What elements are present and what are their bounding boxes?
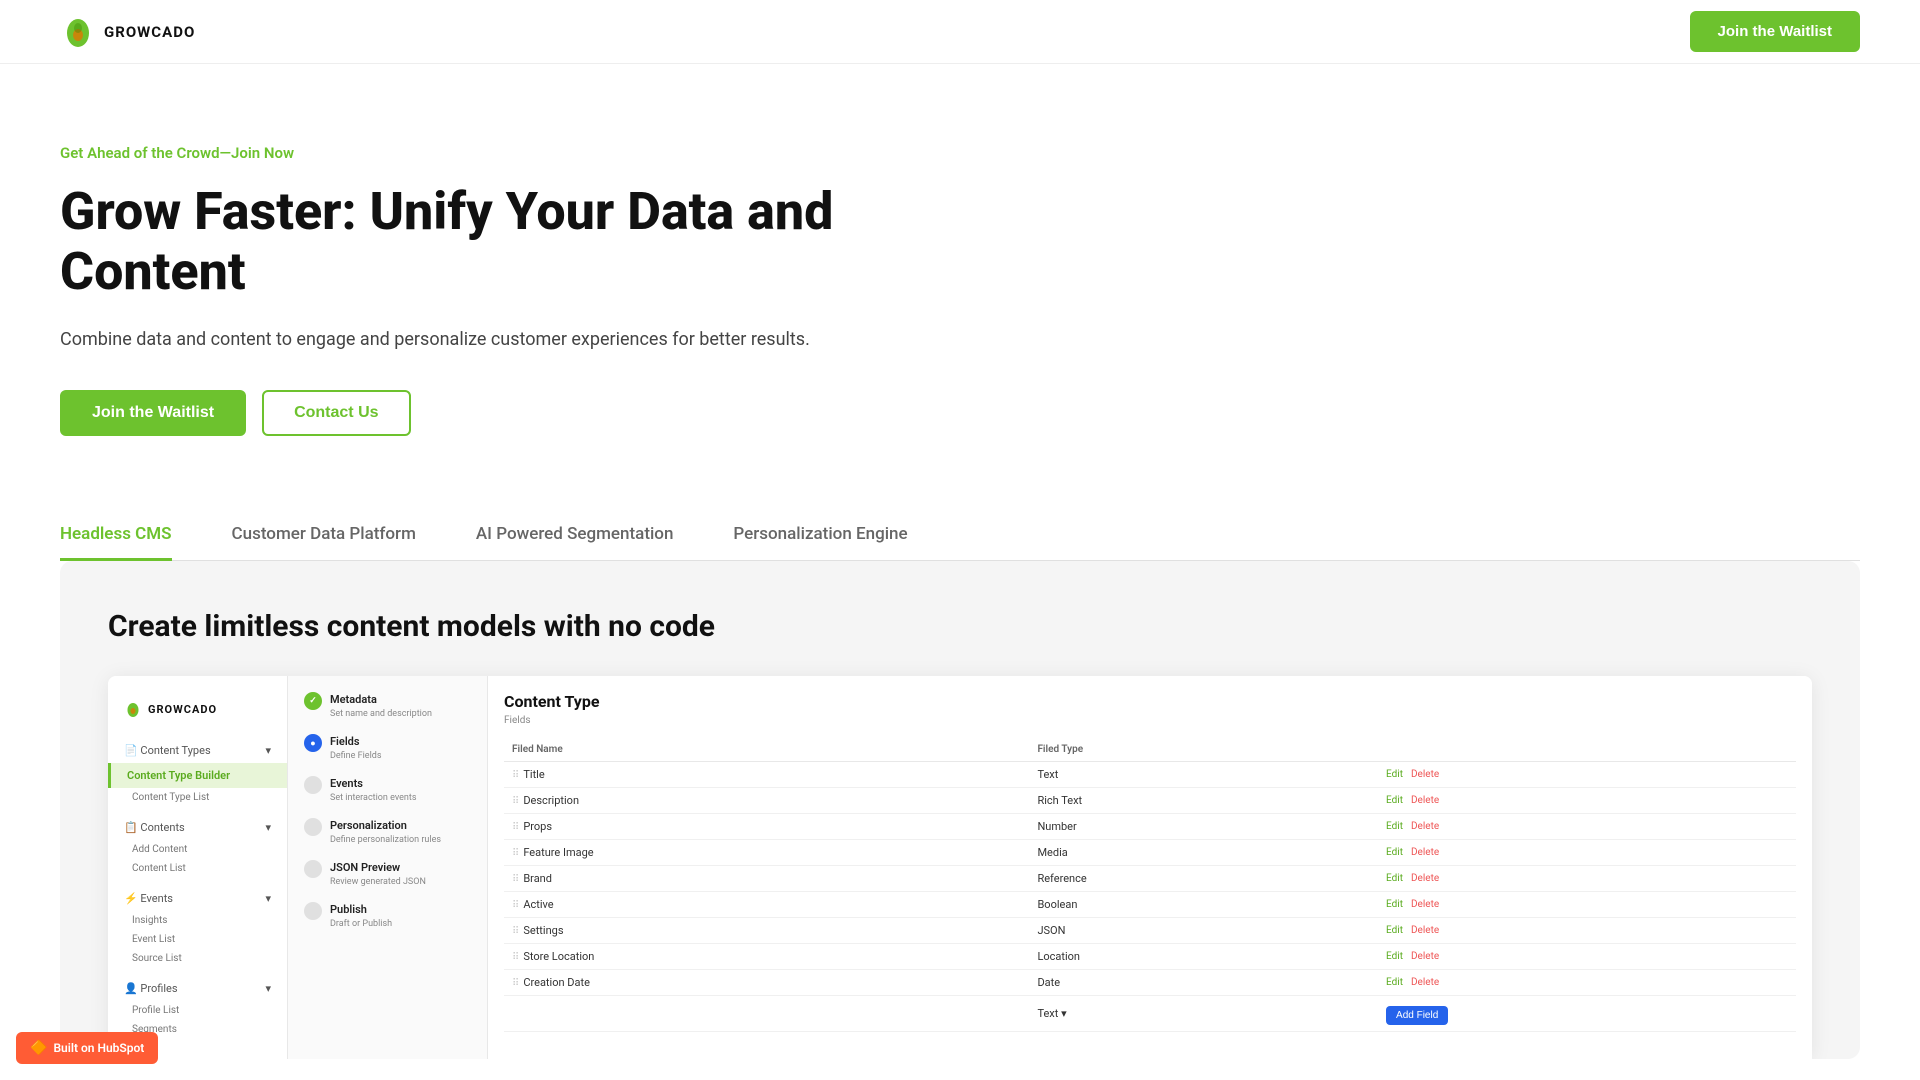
- tab-headless-cms[interactable]: Headless CMS: [60, 524, 172, 561]
- mock-step-personalization-circle: [304, 818, 322, 836]
- mock-step-events: Events Set interaction events: [304, 776, 471, 804]
- table-row: ⠿Feature Image Media EditDelete: [504, 840, 1796, 866]
- navbar: GROWCADO Join the Waitlist: [0, 0, 1920, 64]
- mock-table-panel: Content Type Fields Filed Name Filed Typ…: [488, 676, 1812, 1059]
- hero-subtitle: Combine data and content to engage and p…: [60, 326, 840, 355]
- mock-nav-event-list[interactable]: Event List: [108, 930, 287, 949]
- logo: GROWCADO: [60, 14, 195, 50]
- col-actions: [1378, 738, 1796, 762]
- mock-nav-events[interactable]: ⚡ Events▾: [108, 886, 287, 911]
- mock-step-fields-circle: ●: [304, 734, 322, 752]
- hero-eyebrow: Get Ahead of the Crowd—Join Now: [60, 144, 840, 162]
- mock-nav-source-list[interactable]: Source List: [108, 949, 287, 968]
- table-row: ⠿Store Location Location EditDelete: [504, 944, 1796, 970]
- hero-contact-button[interactable]: Contact Us: [262, 390, 410, 436]
- mock-step-metadata-circle: ✓: [304, 692, 322, 710]
- logo-text: GROWCADO: [104, 23, 195, 41]
- table-row: ⠿Active Boolean EditDelete: [504, 892, 1796, 918]
- mock-logo-text: GROWCADO: [148, 703, 217, 716]
- mock-nav-group-events: ⚡ Events▾ Insights Event List Source Lis…: [108, 882, 287, 972]
- mock-nav-content-type-list[interactable]: Content Type List: [108, 788, 287, 807]
- tabs-section: Headless CMS Customer Data Platform AI P…: [0, 476, 1920, 561]
- panel-title: Create limitless content models with no …: [108, 609, 1812, 644]
- mock-step-personalization: Personalization Define personalization r…: [304, 818, 471, 846]
- mock-step-json-circle: [304, 860, 322, 878]
- mock-step-fields: ● Fields Define Fields: [304, 734, 471, 762]
- mock-nav-contents[interactable]: 📋 Contents▾: [108, 815, 287, 840]
- logo-icon: [60, 14, 96, 50]
- mock-steps-panel: ✓ Metadata Set name and description ● Fi…: [288, 676, 488, 1059]
- mock-nav-content-list[interactable]: Content List: [108, 859, 287, 878]
- mock-nav-group-contents: 📋 Contents▾ Add Content Content List: [108, 811, 287, 882]
- hero-waitlist-button[interactable]: Join the Waitlist: [60, 390, 246, 436]
- table-row: ⠿Creation Date Date EditDelete: [504, 970, 1796, 996]
- nav-waitlist-button[interactable]: Join the Waitlist: [1690, 11, 1860, 52]
- hero-buttons: Join the Waitlist Contact Us: [60, 390, 840, 436]
- col-field-type: Filed Type: [1029, 738, 1378, 762]
- mock-nav-content-type-builder[interactable]: Content Type Builder: [108, 763, 287, 788]
- hubspot-label: Built on HubSpot: [53, 1041, 144, 1055]
- hero-title: Grow Faster: Unify Your Data and Content: [60, 182, 840, 302]
- tab-customer-data-platform[interactable]: Customer Data Platform: [232, 524, 416, 561]
- tab-personalization-engine[interactable]: Personalization Engine: [733, 524, 907, 561]
- tab-ai-powered-segmentation[interactable]: AI Powered Segmentation: [476, 524, 674, 561]
- hero-section: Get Ahead of the Crowd—Join Now Grow Fas…: [0, 64, 900, 476]
- table-row: ⠿Brand Reference EditDelete: [504, 866, 1796, 892]
- mock-logo-row: GROWCADO: [108, 692, 287, 734]
- content-panel: Create limitless content models with no …: [60, 561, 1860, 1059]
- mock-nav-group-content-types: 📄 Content Types▾ Content Type Builder Co…: [108, 734, 287, 811]
- mock-logo-icon: [124, 700, 142, 718]
- mock-nav-profiles[interactable]: 👤 Profiles▾: [108, 976, 287, 1001]
- tabs-bar: Headless CMS Customer Data Platform AI P…: [60, 524, 1860, 561]
- mock-step-events-circle: [304, 776, 322, 794]
- mock-step-metadata: ✓ Metadata Set name and description: [304, 692, 471, 720]
- mock-sidebar: GROWCADO 📄 Content Types▾ Content Type B…: [108, 676, 288, 1059]
- mock-table-title: Content Type: [504, 692, 1796, 711]
- mock-nav-add-content[interactable]: Add Content: [108, 840, 287, 859]
- col-field-name: Filed Name: [504, 738, 1029, 762]
- mock-step-json-preview: JSON Preview Review generated JSON: [304, 860, 471, 888]
- mock-step-publish-circle: [304, 902, 322, 920]
- fields-table: Filed Name Filed Type ⠿Title Text EditDe…: [504, 738, 1796, 1032]
- table-row: ⠿Settings JSON EditDelete: [504, 918, 1796, 944]
- table-row: ⠿Description Rich Text EditDelete: [504, 788, 1796, 814]
- table-row-add: Text ▾ Add Field: [504, 996, 1796, 1032]
- mock-table-subtitle: Fields: [504, 715, 1796, 726]
- hubspot-badge: 🔶 Built on HubSpot: [16, 1032, 158, 1064]
- table-row: ⠿Props Number EditDelete: [504, 814, 1796, 840]
- mockup-container: GROWCADO 📄 Content Types▾ Content Type B…: [108, 676, 1812, 1059]
- mock-nav-content-types[interactable]: 📄 Content Types▾: [108, 738, 287, 763]
- table-row: ⠿Title Text EditDelete: [504, 762, 1796, 788]
- add-field-button[interactable]: Add Field: [1386, 1006, 1448, 1025]
- mock-nav-profile-list[interactable]: Profile List: [108, 1001, 287, 1020]
- mock-nav-insights[interactable]: Insights: [108, 911, 287, 930]
- hubspot-icon: 🔶: [30, 1040, 47, 1056]
- mock-step-publish: Publish Draft or Publish: [304, 902, 471, 930]
